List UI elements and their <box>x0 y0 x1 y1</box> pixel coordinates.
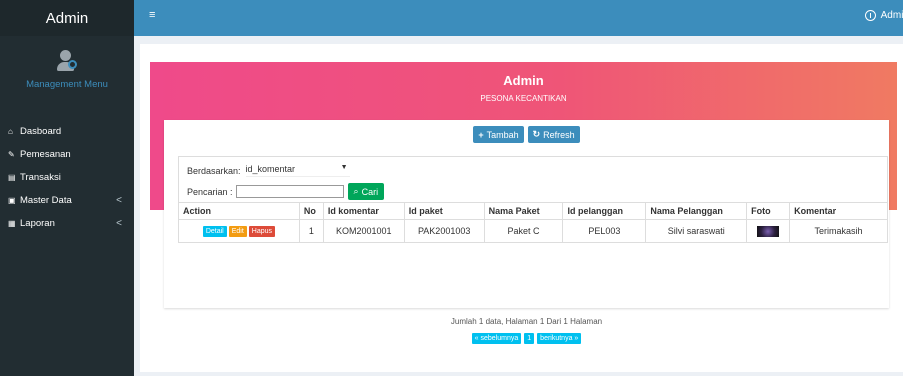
content-wrapper: Admin PESONA KECANTIKAN + Tambah ↻ Refre… <box>134 36 903 376</box>
page-title: Admin <box>503 73 544 88</box>
photo-thumbnail[interactable] <box>757 225 780 237</box>
sidebar-item-label: Dasboard <box>20 126 62 137</box>
action-cell: Detail Edit Hapus <box>178 219 300 243</box>
pagination: « sebelumnya 1 berikutnya » <box>164 333 889 344</box>
filter-row: Berdasarkan: id_komentar ▼ <box>187 164 350 177</box>
power-icon <box>864 10 876 21</box>
next-page-button[interactable]: berikutnya » <box>537 333 582 344</box>
sidebar-menu: ⌂ Dasboard ✎ Pemesanan ▤ Transaksi ▣ Mas… <box>0 120 134 235</box>
column-header: Nama Pelanggan <box>645 202 748 220</box>
refresh-button[interactable]: ↻ Refresh <box>527 126 580 143</box>
cell-komentar: Terimakasih <box>789 219 888 243</box>
pagination-summary: Jumlah 1 data, Halaman 1 Dari 1 Halaman <box>450 317 603 326</box>
menu-title: Management Menu <box>26 79 108 90</box>
search-icon: ⌕ <box>353 186 359 196</box>
sidebar-item-label: Master Data <box>20 195 72 206</box>
table-row: Detail Edit Hapus 1 KOM2001001 PAK200100… <box>178 219 888 243</box>
refresh-button-label: Refresh <box>543 129 575 140</box>
search-input[interactable] <box>235 185 344 198</box>
delete-button[interactable]: Hapus <box>248 225 276 237</box>
chevron-left-icon: < <box>116 195 122 206</box>
page-number-button[interactable]: 1 <box>524 333 535 344</box>
dropdown-arrow-icon: ▼ <box>340 164 348 171</box>
column-header: Foto <box>746 202 791 220</box>
column-header: Action <box>178 202 300 220</box>
user-panel: Management Menu <box>0 36 134 106</box>
cell-id-pelanggan: PEL003 <box>562 219 647 243</box>
search-button[interactable]: ⌕ Cari <box>347 183 385 200</box>
table-header-row: Action No Id komentar Id paket Nama Pake… <box>178 202 888 220</box>
sidebar-item-label: Pemesanan <box>20 149 71 160</box>
refresh-icon: ↻ <box>532 129 541 139</box>
filter-label: Berdasarkan: <box>187 165 241 176</box>
cell-nama-paket: Paket C <box>483 219 564 243</box>
pencil-icon: ✎ <box>8 150 15 159</box>
sidebar-item-laporan[interactable]: ▦ Laporan < <box>0 212 134 235</box>
add-button-label: Tambah <box>486 129 519 140</box>
data-card: + Tambah ↻ Refresh Berdasarkan: id_komen… <box>164 120 889 344</box>
user-menu[interactable]: Admin <box>864 10 903 21</box>
sidebar-item-dasboard[interactable]: ⌂ Dasboard <box>0 120 134 143</box>
column-header: Id komentar <box>322 202 405 220</box>
column-header: No <box>298 202 324 220</box>
chevron-left-icon: < <box>116 218 122 229</box>
sidebar: Admin Management Menu ⌂ Dasboard ✎ Pemes… <box>0 0 134 376</box>
query-row: Pencarian : ⌕ Cari <box>187 183 385 200</box>
search-button-label: Cari <box>361 186 379 197</box>
add-button[interactable]: + Tambah <box>473 126 524 143</box>
toolbar: + Tambah ↻ Refresh <box>164 126 889 143</box>
admin-avatar-icon <box>56 50 78 72</box>
column-header: Id pelanggan <box>562 202 647 220</box>
prev-page-button[interactable]: « sebelumnya <box>471 333 522 344</box>
cell-id-komentar: KOM2001001 <box>322 219 405 243</box>
top-navbar: ≡ Admin <box>134 0 903 36</box>
filter-select-value: id_komentar <box>245 164 296 174</box>
edit-icon: ▣ <box>8 196 16 205</box>
sidebar-item-transaksi[interactable]: ▤ Transaksi <box>0 166 134 189</box>
filter-select[interactable]: id_komentar ▼ <box>245 164 350 177</box>
query-label: Pencarian : <box>187 186 233 197</box>
cell-no: 1 <box>298 219 324 243</box>
sidebar-toggle-icon[interactable]: ≡ <box>149 9 155 21</box>
cell-id-paket: PAK2001003 <box>403 219 485 243</box>
search-form: Berdasarkan: id_komentar ▼ Pencarian : ⌕… <box>178 156 888 202</box>
calendar-icon: ▦ <box>8 219 16 228</box>
sidebar-item-label: Laporan <box>20 218 55 229</box>
cell-foto <box>746 219 791 243</box>
column-header: Id paket <box>403 202 485 220</box>
sidebar-item-master-data[interactable]: ▣ Master Data < <box>0 189 134 212</box>
plus-icon: + <box>478 129 484 140</box>
user-menu-label: Admin <box>880 10 903 21</box>
book-icon: ▤ <box>8 173 16 182</box>
cell-nama-pelanggan: Silvi saraswati <box>645 219 748 243</box>
edit-button[interactable]: Edit <box>228 225 247 237</box>
column-header: Komentar <box>789 202 888 220</box>
komentar-table: Action No Id komentar Id paket Nama Pake… <box>178 202 888 243</box>
brand-logo[interactable]: Admin <box>0 0 134 36</box>
column-header: Nama Paket <box>483 202 564 220</box>
home-icon: ⌂ <box>8 127 13 136</box>
page-subtitle: PESONA KECANTIKAN <box>480 94 567 103</box>
sidebar-item-pemesanan[interactable]: ✎ Pemesanan <box>0 143 134 166</box>
sidebar-item-label: Transaksi <box>20 172 61 183</box>
detail-button[interactable]: Detail <box>202 225 227 237</box>
